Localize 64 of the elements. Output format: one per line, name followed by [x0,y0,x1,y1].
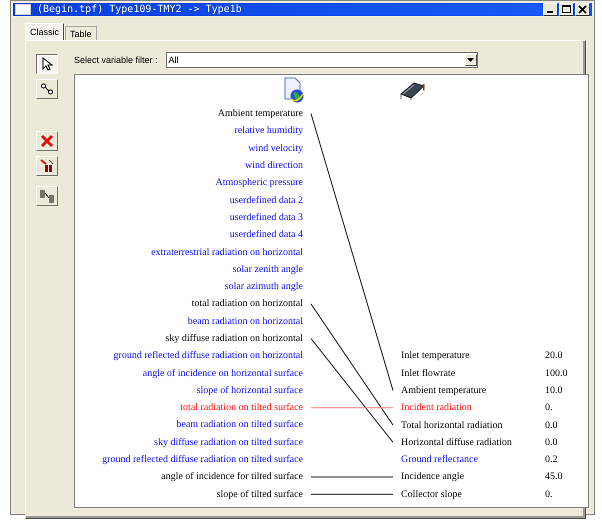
output-variable[interactable]: relative humidity [234,125,303,136]
input-value: 10.0 [545,384,562,396]
input-variable[interactable]: Ground reflectance [401,454,545,466]
output-variable[interactable]: slope of horizontal surface [196,384,303,396]
minimize-button[interactable] [543,3,558,16]
output-variable[interactable]: Atmospheric pressure [216,177,303,188]
output-variable[interactable]: extraterrestrial radiation on horizontal [151,246,303,258]
input-variable[interactable]: Total horizontal radiation [401,420,545,431]
output-variable[interactable]: ground reflected diffuse radiation on horizontal [114,350,303,362]
input-value: 0. [545,402,552,414]
output-variable[interactable]: sky diffuse radiation on tilted surface [154,436,303,448]
input-value: 0.0 [545,420,558,431]
close-icon [578,5,587,14]
output-variable[interactable]: total radiation on horizontal [192,298,303,310]
pointer-icon [41,57,53,71]
maximize-button[interactable] [559,3,574,16]
tab[interactable]: Classic [25,23,64,40]
delete-all-icon [40,159,54,173]
tab[interactable]: Table [65,26,97,40]
link-tool-button[interactable] [36,79,58,99]
delete-all-tool-button[interactable] [36,156,58,176]
output-variable[interactable]: Ambient temperature [218,108,303,120]
input-value: 0. [545,488,552,500]
input-value: 100.0 [545,368,568,379]
output-variable[interactable]: solar zenith angle [232,264,303,275]
input-variable[interactable]: Inlet flowrate [401,368,545,379]
link-icon [40,82,54,96]
filter-dropdown[interactable]: All [166,52,478,68]
output-variable[interactable]: sky diffuse radiation on horizontal [165,333,303,344]
caret-icon [467,58,474,62]
close-button[interactable] [575,3,590,16]
solar-collector-icon [400,80,426,100]
output-variable[interactable]: userdefined data 3 [230,212,303,223]
output-variable[interactable]: angle of incidence on horizontal surface [142,368,303,379]
output-variable[interactable]: wind velocity [248,142,303,154]
pointer-tool-button[interactable] [36,54,58,74]
output-variable[interactable]: angle of incidence for tilted surface [161,471,303,482]
input-variable[interactable]: Inlet temperature [401,350,545,362]
app-icon [15,4,31,15]
input-variable[interactable]: Collector slope [401,488,545,500]
output-variable[interactable]: solar azimuth angle [224,281,303,292]
input-variable[interactable]: Ambient temperature [401,384,545,396]
output-variable[interactable]: beam radiation on tilted surface [176,419,303,430]
output-variable[interactable]: total radiation on tilted surface [180,402,303,414]
output-variable[interactable]: beam radiation on horizontal [188,316,303,327]
input-value: 20.0 [545,350,562,362]
input-variable[interactable]: Incidence angle [401,471,545,482]
delete-icon [40,134,54,148]
delete-tool-button[interactable] [36,131,58,151]
filter-label: Select variable filter : [74,55,158,65]
maximize-icon [562,5,571,14]
input-value: 0.0 [545,436,558,448]
output-variable[interactable]: ground reflected diffuse radiation on tilted surface [102,454,303,466]
output-variable[interactable]: userdefined data 2 [230,194,303,206]
input-variable[interactable]: Horizontal diffuse radiation [401,436,545,448]
list-link-icon [39,189,55,203]
input-variable[interactable]: Incident radiation [401,402,545,414]
output-variable[interactable]: wind direction [244,160,303,172]
input-value: 0.2 [545,454,558,466]
output-variable[interactable]: slope of tilted surface [216,488,303,500]
auto-tool-button[interactable] [36,186,58,206]
window-title: (Begin.tpf) Type109-TMY2 -> Type1b [37,4,243,15]
output-variable[interactable]: userdefined data 4 [230,229,303,240]
input-value: 45.0 [545,471,562,482]
